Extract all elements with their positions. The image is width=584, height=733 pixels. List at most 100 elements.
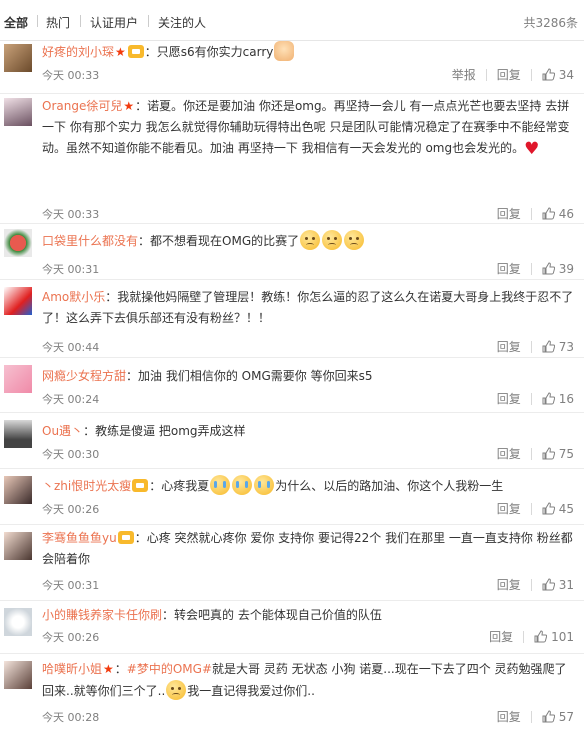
tab-following[interactable]: 关注的人 (158, 14, 206, 31)
username-link[interactable]: 小的賺钱养家卡任你刷 (42, 608, 162, 622)
comment-text: 教练是傻逼 把omg弄成这样 (95, 424, 246, 438)
like-button[interactable]: 16 (542, 392, 574, 406)
avatar[interactable] (4, 44, 32, 72)
tab-hot[interactable]: 热门 (46, 14, 70, 31)
thumbs-up-icon (542, 340, 555, 353)
like-count: 16 (558, 391, 574, 406)
reply-button[interactable]: 回复 (497, 66, 521, 83)
like-count: 39 (558, 261, 574, 276)
username-link[interactable]: Amo默小乐 (42, 290, 105, 304)
comment-time: 今天 00:31 (42, 579, 100, 592)
username-link[interactable]: 好疼的刘小琛 (42, 45, 114, 59)
username-link[interactable]: 丶zhi恨时光太瘦 (42, 479, 131, 493)
like-button[interactable]: 45 (542, 502, 574, 516)
reply-button[interactable]: 回复 (489, 628, 513, 645)
comment-item: 李骞鱼鱼鱼yu ：心疼 突然就心疼你 爱你 支持你 要记得22个 我们在那里 一直… (0, 524, 584, 601)
like-count: 57 (558, 709, 574, 724)
weibo-member-icon (132, 479, 149, 492)
thumbs-up-icon (542, 447, 555, 460)
avatar[interactable] (4, 365, 32, 393)
like-button[interactable]: 101 (534, 630, 574, 644)
reply-button[interactable]: 回复 (497, 390, 521, 407)
comment-actions: 回复 73 (497, 338, 574, 355)
comment-time: 今天 00:33 (42, 208, 100, 221)
red-star-icon: ★ (115, 45, 126, 59)
like-count: 34 (558, 67, 574, 82)
username-link[interactable]: 哈噗昕小姐 (42, 662, 102, 676)
reply-button[interactable]: 回复 (497, 708, 521, 725)
comment-item: 丶zhi恨时光太瘦 ：心疼我夏 为什么、以后的路加油、你这个人我粉一生 今天 00:… (0, 468, 584, 525)
comment-time: 今天 00:44 (42, 341, 100, 354)
username-link[interactable]: Orange徐可兒 (42, 99, 122, 113)
comment-time: 今天 00:30 (42, 448, 100, 461)
like-button[interactable]: 34 (542, 68, 574, 82)
avatar[interactable] (4, 420, 32, 448)
like-count: 31 (558, 577, 574, 592)
thumbs-up-icon (542, 262, 555, 275)
red-star-icon: ★ (123, 99, 135, 113)
report-button[interactable]: 举报 (452, 66, 476, 83)
avatar[interactable] (4, 661, 32, 689)
comment-text: 我就操他妈隔壁了管理层！教练！你怎么逼的忍了这么久在诺夏大哥身上我终于忍不了了！… (42, 290, 574, 325)
comment-time: 今天 00:33 (42, 69, 100, 82)
comment-filter-tabs: 全部 热门 认证用户 关注的人 共3286条 (0, 0, 584, 41)
thumbs-up-icon (542, 502, 555, 515)
weibo-member-icon (127, 45, 144, 58)
like-button[interactable]: 39 (542, 262, 574, 276)
like-button[interactable]: 31 (542, 578, 574, 592)
like-count: 46 (558, 206, 574, 221)
comment-actions: 回复 45 (497, 500, 574, 517)
comment-actions: 回复 39 (497, 260, 574, 277)
comment-time: 今天 00:31 (42, 263, 100, 276)
like-count: 73 (558, 339, 574, 354)
comment-text: 转会吧真的 去个能体现自己价值的队伍 (174, 608, 382, 622)
avatar[interactable] (4, 229, 32, 257)
comment-item: Ou遇丶：教练是傻逼 把omg弄成这样 今天 00:30 回复 75 (0, 412, 584, 469)
tab-divider (80, 15, 81, 27)
reply-button[interactable]: 回复 (497, 500, 521, 517)
comment-item: 哈噗昕小姐★：#梦中的OMG#就是大哥 灵药 无状态 小狗 诺夏...现在一下去… (0, 653, 584, 733)
comment-actions: 回复 75 (497, 445, 574, 462)
like-count: 75 (558, 446, 574, 461)
reply-button[interactable]: 回复 (497, 260, 521, 277)
comment-item: 好疼的刘小琛★ ：只愿s6有你实力carry 今天 00:33 举报 回复 34 (0, 41, 584, 94)
avatar[interactable] (4, 98, 32, 126)
thumbs-up-icon (542, 392, 555, 405)
username-link[interactable]: 口袋里什么都没有 (42, 234, 138, 248)
comment-item: 小的賺钱养家卡任你刷：转会吧真的 去个能体现自己价值的队伍 今天 00:26 回… (0, 600, 584, 654)
pray-emoji-icon (274, 41, 295, 61)
heart-emoji-icon: ♥ (524, 139, 540, 159)
comment-item: Amo默小乐：我就操他妈隔壁了管理层！教练！你怎么逼的忍了这么久在诺夏大哥身上我… (0, 279, 584, 358)
avatar[interactable] (4, 476, 32, 504)
username-link[interactable]: Ou遇丶 (42, 424, 83, 438)
like-button[interactable]: 46 (542, 207, 574, 221)
reply-button[interactable]: 回复 (497, 576, 521, 593)
reply-button[interactable]: 回复 (497, 205, 521, 222)
comment-time: 今天 00:26 (42, 503, 100, 516)
topic-link[interactable]: #梦中的OMG# (127, 662, 212, 676)
reply-button[interactable]: 回复 (497, 445, 521, 462)
tab-all[interactable]: 全部 (4, 14, 28, 31)
avatar[interactable] (4, 532, 32, 560)
like-button[interactable]: 57 (542, 710, 574, 724)
username-link[interactable]: 李骞鱼鱼鱼yu (42, 531, 117, 545)
like-button[interactable]: 75 (542, 447, 574, 461)
username-link[interactable]: 网瘾少女程方甜 (42, 369, 126, 383)
comment-text: 心疼我夏 (161, 479, 210, 493)
comment-time: 今天 00:26 (42, 631, 100, 644)
sad-emoji-icon (344, 230, 365, 250)
tab-verified[interactable]: 认证用户 (90, 14, 138, 31)
reply-button[interactable]: 回复 (497, 338, 521, 355)
comment-time: 今天 00:24 (42, 393, 100, 406)
comment-actions: 回复 46 (497, 205, 574, 222)
like-button[interactable]: 73 (542, 340, 574, 354)
avatar[interactable] (4, 287, 32, 315)
sad-emoji-icon (300, 230, 321, 250)
thumbs-up-icon (542, 207, 555, 220)
avatar[interactable] (4, 608, 32, 636)
comment-time: 今天 00:28 (42, 711, 100, 724)
tab-divider (148, 15, 149, 27)
comment-item: Orange徐可兒★：诺夏。你还是要加油 你还是omg。再坚持一会儿 有一点点光… (0, 93, 584, 224)
crying-emoji-icon (232, 475, 253, 495)
comment-actions: 举报 回复 34 (452, 66, 574, 83)
